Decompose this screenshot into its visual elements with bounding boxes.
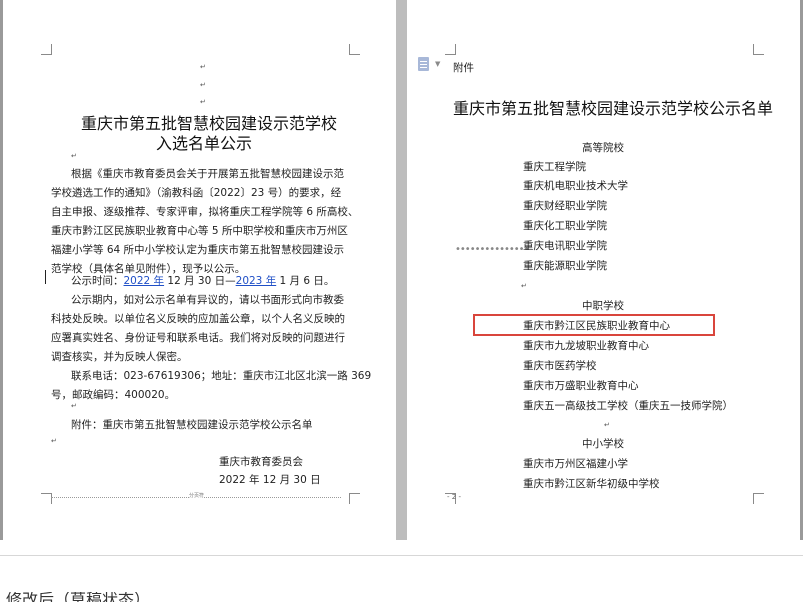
signature-date: 2022 年 12 月 30 日	[219, 474, 321, 486]
page-number: - 2 -	[447, 493, 461, 501]
paragraph-line: 公示期内，如对公示名单有异议的，请以书面形式向市教委	[71, 294, 344, 306]
page-title-line2: 入选名单公示	[156, 134, 253, 153]
paragraph-line: 应署真实姓名、身份证号和联系电话。我们将对反映的问题进行	[51, 332, 345, 344]
page-number-value: 2	[451, 493, 457, 501]
clipped-caption-text: 修改后（草稿状态）	[6, 592, 151, 602]
paragraph-mark: ↵	[200, 98, 206, 106]
leader-dots: •••••••••••••••	[455, 244, 529, 255]
separator-line	[0, 555, 803, 556]
paragraph-mark: ↵	[51, 437, 57, 445]
list-item: 重庆化工职业学院	[523, 220, 607, 232]
crop-mark	[349, 44, 360, 55]
paragraph-mark: ↵	[200, 81, 206, 89]
section-heading: 中职学校	[582, 300, 624, 312]
paragraph-line: 自主申报、逐级推荐、专家评审，拟将重庆工程学院等 6 所高校、	[51, 206, 359, 218]
page-gap	[396, 0, 407, 540]
list-item: 重庆市万州区福建小学	[523, 458, 628, 470]
notice-date-start[interactable]: 2022 年	[124, 275, 165, 287]
paragraph-line: 学校遴选工作的通知》（渝教科函〔2022〕23 号）的要求，经	[51, 187, 342, 199]
notice-start-rest: 12 月 30 日—	[164, 275, 236, 287]
list-item: 重庆市万盛职业教育中心	[523, 380, 639, 392]
text-cursor	[45, 270, 46, 284]
paragraph-line: 调查核实，并为反映人保密。	[51, 351, 188, 363]
paragraph-line: 根据《重庆市教育委员会关于开展第五批智慧校园建设示范	[71, 168, 344, 180]
document-page-2[interactable]: ▼ 附件 重庆市第五批智慧校园建设示范学校公示名单 高等院校 重庆工程学院 重庆…	[407, 0, 800, 540]
clipped-caption: 修改后（草稿状态）	[6, 592, 216, 602]
section-heading: 高等院校	[582, 142, 624, 154]
list-item: 重庆机电职业技术大学	[523, 180, 628, 192]
section-heading: 中小学校	[582, 438, 624, 450]
paragraph-mark: ↵	[71, 152, 77, 160]
attachment-line: 附件：重庆市第五批智慧校园建设示范学校公示名单	[71, 419, 313, 431]
status-area	[0, 540, 803, 600]
list-item: 重庆能源职业学院	[523, 260, 607, 272]
notice-date-end[interactable]: 2023 年	[236, 275, 277, 287]
paragraph-mark: ↵	[604, 421, 610, 429]
list-item-highlighted: 重庆市黔江区民族职业教育中心	[523, 320, 670, 332]
list-item: 重庆电讯职业学院	[523, 240, 607, 252]
signature: 重庆市教育委员会	[219, 456, 303, 468]
contact-line: 联系电话：023-67619306；地址：重庆市江北区北滨一路 369	[71, 370, 372, 382]
crop-mark	[445, 44, 456, 55]
contact-line: 号，邮政编码：400020。	[51, 389, 176, 401]
list-item: 重庆五一高级技工学校（重庆五一技师学院）	[523, 400, 733, 412]
dropdown-caret-icon[interactable]: ▼	[435, 60, 440, 68]
list-item: 重庆市医药学校	[523, 360, 597, 372]
document-page-1[interactable]: ↵ ↵ ↵ 重庆市第五批智慧校园建设示范学校 入选名单公示 ↵ 根据《重庆市教育…	[3, 0, 396, 540]
list-item: 重庆市九龙坡职业教育中心	[523, 340, 649, 352]
list-item: 重庆工程学院	[523, 161, 586, 173]
paragraph-mark: ↵	[200, 63, 206, 71]
paragraph-mark: ↵	[71, 402, 77, 410]
crop-mark	[41, 493, 52, 504]
paragraph-line: 福建小学等 64 所中小学校认定为重庆市第五批智慧校园建设示	[51, 244, 345, 256]
page-break-label: 分页符	[189, 492, 205, 499]
attachment-label: 附件	[453, 62, 474, 74]
document-icon[interactable]	[418, 57, 429, 71]
crop-mark	[41, 44, 52, 55]
list-title: 重庆市第五批智慧校园建设示范学校公示名单	[453, 99, 774, 118]
paragraph-mark: ↵	[521, 282, 527, 290]
crop-mark	[753, 44, 764, 55]
notice-time-label: 公示时间：	[71, 275, 124, 287]
list-item: 重庆市黔江区新华初级中学校	[523, 478, 660, 490]
paragraph-line: 重庆市黔江区民族职业教育中心等 5 所中职学校和重庆市万州区	[51, 225, 348, 237]
paragraph-line: 科技处反映。以单位名义反映的应加盖公章，以个人名义反映的	[51, 313, 345, 325]
crop-mark	[753, 493, 764, 504]
crop-mark	[349, 493, 360, 504]
notice-end-rest: 1 月 6 日。	[276, 275, 335, 287]
notice-time: 公示时间：2022 年 12 月 30 日—2023 年 1 月 6 日。	[71, 271, 334, 291]
list-item: 重庆财经职业学院	[523, 200, 607, 212]
